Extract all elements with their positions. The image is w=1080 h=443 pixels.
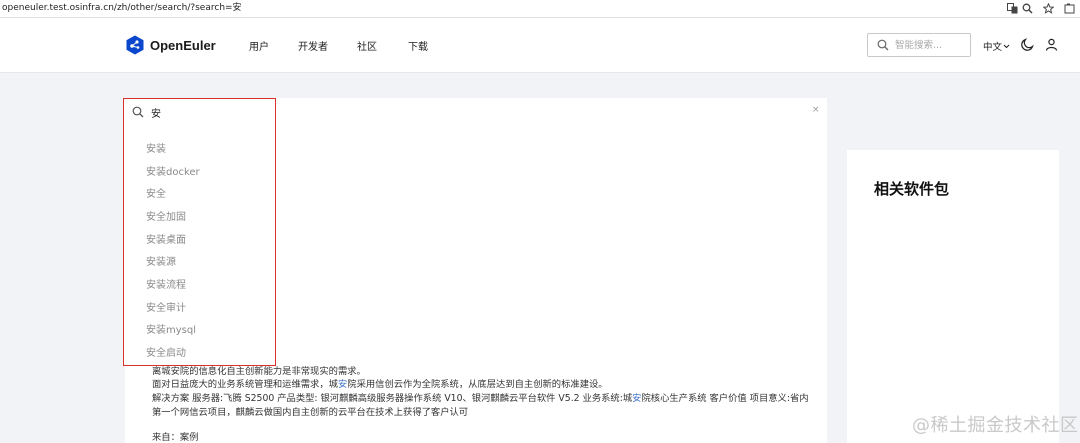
search-icon [132,106,144,118]
watermark: @稀土掘金技术社区 [912,415,1079,436]
chevron-down-icon [1003,44,1010,49]
result-keyword-highlight: 安 [337,379,348,390]
zoom-icon[interactable] [1022,3,1033,14]
suggestion-item[interactable]: 安装桌面 [146,231,186,246]
result-snippet-line: 面对日益庞大的业务系统管理和运维需求，城安院采用信创云作为全院系统，从底层达到自… [152,379,608,390]
translate-icon[interactable] [1007,3,1018,14]
search-query-row[interactable]: 安 [124,99,275,125]
suggestion-item[interactable]: 安装源 [146,253,176,268]
nav-item-download[interactable]: 下载 [408,38,428,53]
nav-item-users[interactable]: 用户 [249,38,269,53]
brand-name: OpenEuler [150,37,216,53]
browser-address-bar[interactable]: openeuler.test.osinfra.cn/zh/other/searc… [0,0,1080,18]
site-header: OpenEuler 用户 开发者 社区 下载 中文 [0,18,1080,73]
site-logo[interactable]: OpenEuler [125,34,216,56]
result-snippet-line: 解决方案 服务器:飞腾 S2500 产品类型: 银河麒麟高级服务器操作系统 V1… [152,393,809,404]
suggestion-item[interactable]: 安装docker [146,163,200,178]
suggestion-item[interactable]: 安全加固 [146,208,186,223]
language-selector[interactable]: 中文 [983,39,1010,53]
user-icon[interactable] [1045,38,1058,51]
header-search-input[interactable] [895,37,965,53]
search-suggestion-dropdown: 安 安装 安装docker 安全 安全加固 安装桌面 安装源 安装流程 安全审计… [123,98,276,366]
result-snippet-line: 第一个网信云项目，麒麟云做国内自主创新的云平台在技术上获得了客户认可 [152,407,469,418]
search-query-text[interactable]: 安 [151,105,161,120]
nav-item-developers[interactable]: 开发者 [298,38,328,53]
suggestion-item[interactable]: 安装 [146,140,166,155]
clear-search-button[interactable]: × [812,105,820,115]
related-packages-title: 相关软件包 [874,180,950,198]
address-url[interactable]: openeuler.test.osinfra.cn/zh/other/searc… [2,0,242,17]
header-search-box[interactable] [867,33,971,57]
nav-item-community[interactable]: 社区 [357,38,377,53]
suggestion-item[interactable]: 安全启动 [146,344,186,359]
extensions-icon[interactable] [1064,3,1075,14]
language-label: 中文 [983,42,1003,53]
search-icon [877,39,889,51]
star-icon[interactable] [1042,2,1055,14]
suggestion-item[interactable]: 安装mysql [146,321,196,336]
suggestion-item[interactable]: 安全审计 [146,299,186,314]
result-source[interactable]: 来自：案例 [152,429,199,443]
suggestion-item[interactable]: 安全 [146,185,166,200]
logo-icon [126,35,144,55]
suggestion-item[interactable]: 安装流程 [146,276,186,291]
dark-mode-icon[interactable] [1021,38,1034,51]
